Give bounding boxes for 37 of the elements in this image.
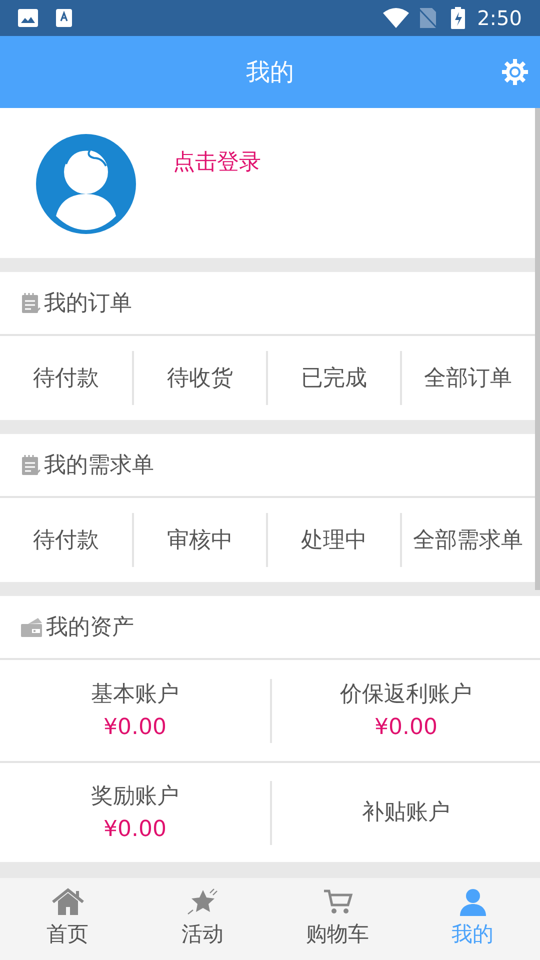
section-title: 我的资产 (46, 614, 134, 642)
account-button[interactable]: 基本账户 ¥0.00 (0, 678, 270, 742)
order-status-link[interactable]: 处理中 (266, 513, 400, 567)
nav-tab[interactable]: 首页 (0, 878, 135, 960)
account-name: 价保返利账户 (340, 680, 472, 708)
order-status-link[interactable]: 待付款 (0, 351, 132, 405)
home-icon (50, 887, 86, 918)
order-status-link[interactable]: 待收货 (132, 351, 266, 405)
account-name: 基本账户 (91, 680, 179, 708)
account-button[interactable]: 奖励账户 ¥0.00 (0, 780, 270, 844)
account-name: 奖励账户 (91, 782, 179, 810)
account-balance: ¥0.00 (104, 816, 166, 844)
no-sim-icon (419, 8, 438, 28)
order-status-link[interactable]: 已完成 (266, 351, 400, 405)
status-time: 2:50 (477, 5, 522, 32)
star-icon (186, 887, 220, 918)
account-name: 补贴账户 (362, 799, 450, 827)
section-title: 我的需求单 (44, 452, 154, 480)
battery-charging-icon (451, 7, 466, 29)
account-balance: ¥0.00 (374, 714, 438, 742)
account-balance: ¥0.00 (104, 714, 166, 742)
nav-tab[interactable]: 购物车 (270, 878, 405, 960)
wifi-icon (383, 8, 410, 28)
image-icon (18, 9, 38, 27)
order-status-link[interactable]: 待付款 (0, 513, 132, 567)
login-link[interactable]: 点击登录 (173, 146, 261, 179)
order-status-link[interactable]: 审核中 (132, 513, 266, 567)
order-status-link[interactable]: 全部订单 (400, 351, 534, 405)
page-title: 我的 (246, 57, 294, 88)
wallet-icon (20, 616, 44, 638)
notepad-icon (20, 454, 42, 476)
nav-tab[interactable]: 活动 (135, 878, 270, 960)
order-status-link[interactable]: 全部需求单 (400, 513, 534, 567)
notepad-icon (20, 292, 42, 314)
section-title: 我的订单 (44, 290, 132, 318)
account-button[interactable]: 补贴账户 (270, 780, 540, 844)
account-button[interactable]: 价保返利账户 ¥0.00 (270, 678, 540, 742)
